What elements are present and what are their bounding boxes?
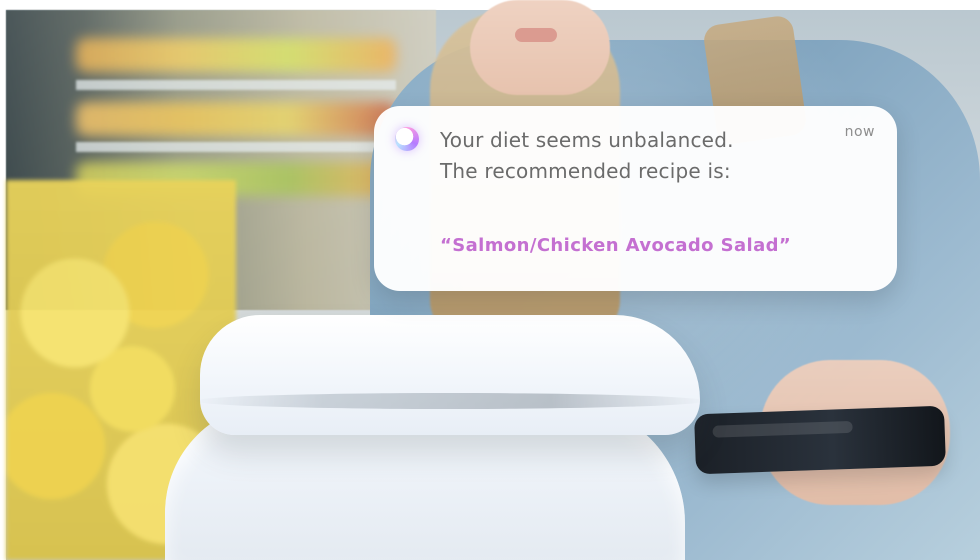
notification-card[interactable]: now Your diet seems unbalanced. The reco…: [374, 106, 897, 291]
notification-time: now: [844, 124, 875, 140]
phone: [694, 405, 946, 475]
shelf-produce-band: [76, 102, 396, 136]
lips: [515, 28, 557, 42]
shelf-produce-band: [76, 38, 396, 72]
smart-device: [165, 315, 705, 560]
notification-message-line-1: Your diet seems unbalanced.: [440, 128, 734, 152]
notification-message-line-2: The recommended recipe is:: [440, 159, 731, 183]
phone-glare: [712, 420, 853, 438]
recommended-recipe[interactable]: “Salmon/Chicken Avocado Salad”: [440, 235, 791, 256]
shelf-rail: [76, 80, 396, 90]
shelf-rail: [76, 142, 396, 152]
photo-background: now Your diet seems unbalanced. The reco…: [0, 0, 980, 560]
smart-device-seam: [195, 393, 705, 409]
app-orb-icon: [395, 127, 419, 151]
smart-device-lid: [200, 315, 700, 435]
face: [470, 0, 610, 95]
